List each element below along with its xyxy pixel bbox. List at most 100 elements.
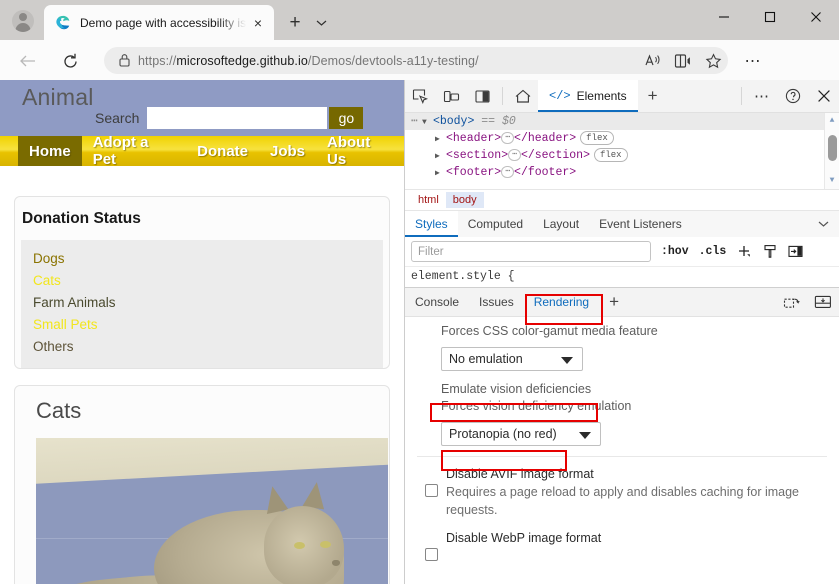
dom-tag-header-open: <header>	[446, 132, 501, 145]
browser-tab[interactable]: Demo page with accessibility issues ×	[44, 5, 274, 40]
search-input[interactable]: Filter	[411, 241, 651, 262]
tab-console[interactable]: Console	[405, 288, 469, 316]
home-icon[interactable]	[507, 80, 538, 112]
star-icon[interactable]	[698, 49, 728, 73]
nav-item-home[interactable]: Home	[18, 136, 82, 166]
flex-badge[interactable]: flex	[580, 131, 614, 145]
address-bar[interactable]: https://microsoftedge.github.io/Demos/de…	[104, 47, 728, 74]
scroll-down-arrow-icon[interactable]: ▼	[825, 173, 839, 187]
collapsed-children-icon[interactable]: ⋯	[501, 166, 514, 178]
expand-triangle-icon[interactable]: ▼	[422, 114, 433, 131]
chevron-down-icon	[579, 432, 591, 439]
donation-status-card: Donation Status Dogs Cats Farm Animals S…	[14, 196, 390, 369]
close-icon[interactable]	[793, 0, 839, 33]
emulate-vision-deficiencies-title[interactable]: Emulate vision deficiencies	[405, 381, 839, 398]
nav-item-about-us[interactable]: About Us	[316, 136, 404, 166]
expand-triangle-icon[interactable]: ▶	[435, 165, 446, 182]
disable-webp-checkbox[interactable]	[425, 548, 438, 561]
scroll-up-arrow-icon[interactable]: ▲	[825, 113, 839, 127]
list-item[interactable]: Farm Animals	[27, 292, 383, 314]
cat-ear-right	[302, 481, 327, 510]
browser-toolbar: https://microsoftedge.github.io/Demos/de…	[0, 40, 839, 80]
drawer-toolbar-right	[775, 288, 839, 316]
dom-tree-scrollbar[interactable]: ▲ ▼	[824, 113, 839, 189]
dom-row-footer[interactable]: ▶<footer>⋯</footer>	[405, 164, 839, 181]
chevron-down-icon[interactable]	[310, 12, 332, 34]
new-style-rule-icon[interactable]	[737, 244, 752, 259]
chevron-down-icon[interactable]	[808, 211, 839, 237]
ellipsis-icon[interactable]: ⋯	[411, 115, 418, 128]
expand-triangle-icon[interactable]: ▶	[435, 148, 446, 165]
list-item[interactable]: Dogs	[27, 248, 383, 270]
inspect-element-icon[interactable]	[405, 80, 436, 112]
add-panel-button[interactable]: +	[638, 80, 668, 112]
scrollbar-thumb[interactable]	[828, 135, 837, 161]
refresh-icon[interactable]	[58, 49, 82, 73]
computed-sidebar-icon[interactable]	[788, 245, 803, 258]
maximize-icon[interactable]	[747, 0, 793, 33]
help-circle-icon[interactable]	[777, 80, 808, 112]
tab-rendering[interactable]: Rendering	[524, 288, 599, 316]
collapsed-children-icon[interactable]: ⋯	[501, 132, 514, 144]
breadcrumb-item-body[interactable]: body	[446, 192, 484, 208]
emulate-vision-deficiencies-description: Forces vision deficiency emulation	[405, 398, 839, 415]
immersive-reader-icon[interactable]	[668, 49, 698, 73]
site-nav: Home Adopt a Pet Donate Jobs About Us	[0, 136, 404, 166]
disable-webp-setting[interactable]: Disable WebP image format	[405, 529, 839, 561]
disable-avif-description: Requires a page reload to apply and disa…	[446, 483, 839, 519]
hov-button[interactable]: :hov	[661, 245, 689, 258]
page-content: Donation Status Dogs Cats Farm Animals S…	[0, 166, 404, 584]
screenshot-icon[interactable]	[775, 288, 807, 316]
close-icon[interactable]: ×	[248, 13, 268, 33]
back-arrow-icon[interactable]	[16, 49, 40, 73]
tab-styles[interactable]: Styles	[405, 211, 458, 237]
new-tab-button[interactable]: +	[282, 10, 308, 36]
breadcrumb: html body	[405, 189, 839, 210]
tab-issues[interactable]: Issues	[469, 288, 524, 316]
read-aloud-icon[interactable]	[638, 49, 668, 73]
nav-item-donate[interactable]: Donate	[186, 136, 259, 166]
device-emulation-icon[interactable]	[436, 80, 467, 112]
list-item[interactable]: Others	[27, 336, 383, 358]
dom-tree[interactable]: ⋯▼<body> == $0 ▶<header>⋯</header>flex ▶…	[405, 113, 839, 189]
tab-layout[interactable]: Layout	[533, 211, 589, 237]
collapsed-children-icon[interactable]: ⋯	[508, 149, 521, 161]
chevron-down-icon	[561, 357, 573, 364]
tab-computed[interactable]: Computed	[458, 211, 533, 237]
breadcrumb-item-html[interactable]: html	[411, 192, 446, 208]
cat-nose	[332, 560, 340, 566]
add-drawer-tab-button[interactable]: +	[599, 288, 629, 316]
browser-window: Demo page with accessibility issues × +	[0, 0, 839, 584]
devtools-toolbar: </> Elements + ⋯	[405, 80, 839, 113]
rendering-settings[interactable]: Forces CSS color-gamut media feature No …	[405, 317, 839, 584]
list-item[interactable]: Cats	[27, 270, 383, 292]
element-state-icon[interactable]	[763, 244, 777, 259]
emulate-css-color-gamut-select[interactable]: No emulation	[441, 347, 583, 371]
dock-drawer-icon[interactable]	[807, 288, 839, 316]
emulate-vision-deficiencies-select[interactable]: Protanopia (no red)	[441, 422, 601, 446]
dom-row-header[interactable]: ▶<header>⋯</header>flex	[405, 130, 839, 147]
dom-row-section[interactable]: ▶<section>⋯</section>flex	[405, 147, 839, 164]
dock-side-icon[interactable]	[467, 80, 498, 112]
tab-event-listeners[interactable]: Event Listeners	[589, 211, 692, 237]
ellipsis-icon[interactable]: ⋯	[746, 80, 777, 112]
search-input[interactable]	[147, 107, 327, 129]
close-icon[interactable]	[808, 80, 839, 112]
nav-item-jobs[interactable]: Jobs	[259, 136, 316, 166]
styles-tabstrip: Styles Computed Layout Event Listeners	[405, 210, 839, 237]
disable-avif-title: Disable AVIF image format	[446, 465, 839, 483]
list-item[interactable]: Small Pets	[27, 314, 383, 336]
edge-logo-icon	[54, 14, 71, 31]
cls-button[interactable]: .cls	[699, 245, 727, 258]
ellipsis-icon[interactable]: ⋯	[740, 48, 766, 74]
profile-button[interactable]	[8, 7, 38, 35]
expand-triangle-icon[interactable]: ▶	[435, 131, 446, 148]
minimize-icon[interactable]	[701, 0, 747, 33]
flex-badge[interactable]: flex	[594, 148, 628, 162]
disable-avif-checkbox[interactable]	[425, 484, 438, 497]
disable-avif-setting[interactable]: Disable AVIF image format Requires a pag…	[405, 465, 839, 519]
nav-item-adopt-a-pet[interactable]: Adopt a Pet	[82, 136, 186, 166]
search-go-button[interactable]: go	[329, 107, 363, 129]
dom-row-body[interactable]: ⋯▼<body> == $0	[405, 113, 839, 130]
tab-elements[interactable]: </> Elements	[538, 80, 638, 112]
